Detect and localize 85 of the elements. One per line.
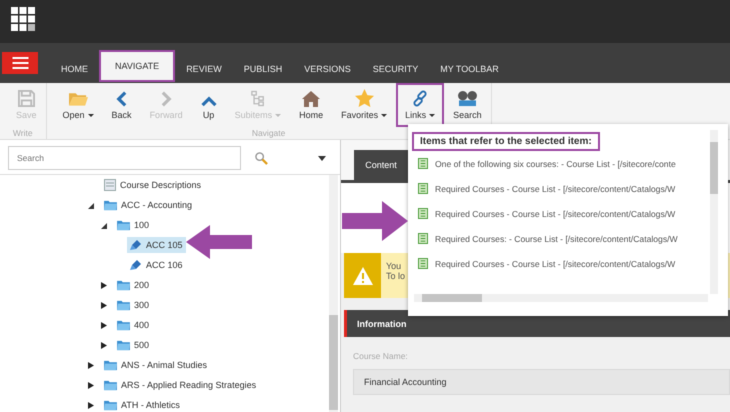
ribbon-tab[interactable]: MY TOOLBAR xyxy=(429,55,510,83)
dropdown-item[interactable]: Required Courses - Course List - [/sitecore/content/Catalogs/W xyxy=(408,201,700,226)
group-label: Navigate xyxy=(252,128,286,138)
folder-icon xyxy=(117,320,130,330)
folder-icon xyxy=(117,300,130,310)
input-field[interactable]: Financial Accounting xyxy=(353,369,730,395)
dropdown-heading: Items that refer to the selected item: xyxy=(412,132,600,151)
scrollbar[interactable] xyxy=(710,130,718,294)
app-grid-logo[interactable] xyxy=(11,7,35,31)
folder-icon xyxy=(117,340,130,350)
folder-icon xyxy=(104,380,117,390)
document-icon xyxy=(418,183,428,194)
expand-triangle-icon[interactable] xyxy=(88,402,94,408)
pencil-icon xyxy=(130,259,142,271)
tree-item[interactable]: ACC 105 xyxy=(127,237,186,253)
tree-item[interactable]: ACC - Accounting xyxy=(101,198,196,212)
toolbar-button[interactable]: Home xyxy=(290,83,332,125)
dropdown-item[interactable]: One of the following six courses: - Course List - [/sitecore/conte xyxy=(408,151,700,176)
field-label: Course Name: xyxy=(353,351,409,361)
document-icon xyxy=(418,158,428,169)
document-icon xyxy=(418,233,428,244)
expand-triangle-icon[interactable] xyxy=(88,202,94,208)
expand-triangle-icon[interactable] xyxy=(88,382,94,388)
expand-triangle-icon[interactable] xyxy=(101,302,107,308)
tree-item[interactable]: ANS - Animal Studies xyxy=(101,358,210,372)
warning-text: You xyxy=(386,261,402,271)
tree-item[interactable]: 300 xyxy=(114,298,152,312)
binoculars-icon xyxy=(456,90,478,107)
ribbon-tab[interactable]: SECURITY xyxy=(362,55,430,83)
warning-icon xyxy=(352,266,372,284)
expand-triangle-icon[interactable] xyxy=(101,222,107,228)
folder-icon xyxy=(117,280,130,290)
chain-link-icon xyxy=(412,90,429,107)
house-icon xyxy=(302,91,320,107)
folder-icon xyxy=(104,400,117,410)
expand-triangle-icon[interactable] xyxy=(101,322,107,328)
toolbar-button[interactable]: Up xyxy=(192,83,226,125)
document-icon xyxy=(418,208,428,219)
tree-item[interactable]: ARS - Applied Reading Strategies xyxy=(101,378,260,392)
ribbon-tab[interactable]: HOME xyxy=(50,55,99,83)
tree-item[interactable]: 200 xyxy=(114,278,152,292)
folder-icon xyxy=(68,91,88,107)
toolbar-button[interactable]: Search xyxy=(444,83,491,125)
chevron-up-icon xyxy=(200,96,217,107)
dropdown-item[interactable]: Required Courses - Course List - [/sitecore/content/Catalogs/W xyxy=(408,251,700,276)
dropdown-item[interactable]: Required Courses - Course List - [/sitecore/content/Catalogs/W xyxy=(408,176,700,201)
expand-triangle-icon[interactable] xyxy=(101,342,107,348)
search-field[interactable]: Search xyxy=(8,146,241,170)
ribbon-tab[interactable]: PUBLISH xyxy=(232,55,294,83)
annotation-arrow xyxy=(342,201,408,241)
expand-triangle-icon[interactable] xyxy=(88,362,94,368)
warning-text: To lo xyxy=(386,271,406,281)
dropdown-item[interactable]: Required Courses: - Course List - [/sitecore/content/Catalogs/W xyxy=(408,226,700,251)
ribbon-tab[interactable]: VERSIONS xyxy=(293,55,362,83)
star-icon xyxy=(354,89,374,107)
folder-icon xyxy=(117,220,130,230)
document-icon xyxy=(418,258,428,269)
pencil-icon xyxy=(130,239,142,251)
document-icon xyxy=(104,179,116,191)
tree-item[interactable]: ATH - Athletics xyxy=(101,398,183,412)
toolbar-button[interactable]: Open xyxy=(46,83,103,125)
toolbar-button[interactable]: Back xyxy=(102,83,141,125)
editor-tab[interactable]: Content xyxy=(354,150,408,180)
folder-icon xyxy=(104,200,117,210)
menu-icon xyxy=(12,57,28,69)
tree-item[interactable]: 500 xyxy=(114,338,152,352)
search-icon[interactable] xyxy=(255,152,268,164)
caret-down-icon[interactable] xyxy=(318,156,326,160)
folder-icon xyxy=(104,360,117,370)
chevron-left-icon xyxy=(116,91,128,107)
tree-item[interactable]: 400 xyxy=(114,318,152,332)
menu-button[interactable] xyxy=(2,52,38,74)
scrollbar[interactable] xyxy=(329,175,338,412)
ribbon-tab[interactable]: REVIEW xyxy=(175,55,233,83)
tree-item[interactable]: Course Descriptions xyxy=(101,177,204,193)
chevron-right-icon xyxy=(160,91,172,107)
hierarchy-icon xyxy=(250,90,265,107)
toolbar-button[interactable]: Favorites xyxy=(332,83,396,125)
scrollbar[interactable] xyxy=(414,294,708,302)
tree-item[interactable]: 100 xyxy=(114,218,152,232)
ribbon-tab[interactable]: NAVIGATE xyxy=(99,50,176,82)
group-label: Write xyxy=(12,128,33,138)
tree-item[interactable]: ACC 106 xyxy=(127,257,186,273)
annotation-arrow xyxy=(186,225,252,259)
expand-triangle-icon[interactable] xyxy=(101,282,107,288)
